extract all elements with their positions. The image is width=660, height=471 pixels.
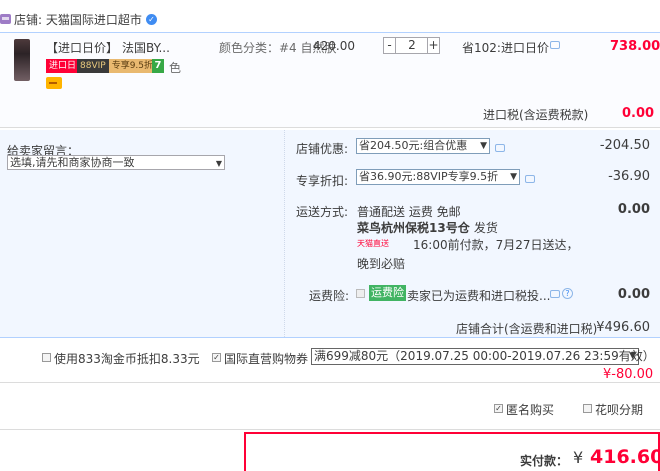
seller-message-section: 给卖家留言： 选填,请先和商家协商一致 ▼	[0, 130, 284, 337]
actual-payment-box: 实付款： ¥ 416.60	[244, 432, 660, 471]
import-tax-label: 进口税(含运费税款)	[483, 108, 589, 122]
seller-message-value: 选填,请先和商家协商一致	[10, 156, 135, 169]
fee-details: 店铺优惠: 省204.50元:组合优惠 ▼ -204.50 专享折扣: 省36.9…	[284, 130, 660, 337]
order-item: 【进口日价】 法国BY... 颜色分类：#4 自然肤 进口日 88VIP 专享9.5…	[0, 32, 660, 94]
import-tax-value: 0.00	[622, 106, 655, 121]
chevron-down-icon: ▼	[480, 141, 487, 151]
unit-price: 420.00	[313, 39, 355, 53]
late-compensation: 晚到必赔	[357, 257, 406, 271]
coupon-amount: ¥-80.00	[603, 367, 654, 382]
coupon-checkbox[interactable]: ✓	[212, 353, 221, 362]
store-discount-select[interactable]: 省204.50元:组合优惠 ▼	[356, 138, 490, 154]
warehouse-tail: 发货	[473, 221, 498, 235]
verified-icon[interactable]: ✓	[146, 14, 157, 25]
quantity-increase-button[interactable]: +	[427, 38, 439, 53]
store-discount-amount: -204.50	[599, 138, 650, 153]
item-savings: 省102:进口日价	[462, 41, 549, 55]
coupon-select[interactable]: 满699减80元（2019.07.25 00:00-2019.07.26 23:…	[311, 348, 655, 365]
huabei-installment-label: 花呗分期	[595, 403, 644, 417]
vip-badge: 88VIP 专享9.5折	[77, 59, 157, 73]
shipping-insurance-label: 运费险:	[309, 289, 350, 303]
actual-payment-label: 实付款：	[520, 454, 569, 468]
member-discount-amount: -36.90	[608, 169, 650, 184]
credit-card-icon	[46, 77, 62, 89]
vip-badge-discount: 专享9.5折	[108, 59, 157, 73]
shipping-method-label: 运送方式:	[296, 205, 349, 219]
quantity-stepper: - 2 +	[383, 37, 440, 54]
store-discount-value: 省204.50元:组合优惠	[359, 139, 468, 152]
shipping-insurance-description: 卖家已为运费和进口税投...	[407, 289, 551, 303]
chevron-down-icon: ▼	[510, 172, 517, 182]
quantity-decrease-button[interactable]: -	[384, 38, 396, 53]
coupon-select-value: 满699减80元（2019.07.25 00:00-2019.07.26 23:…	[314, 349, 655, 363]
chat-icon[interactable]	[550, 290, 560, 298]
coupon-row: 使用833淘金币抵扣8.33元 ✓ 国际直营购物券 满699减80元（2019.…	[0, 337, 660, 383]
shipping-insurance-amount: 0.00	[617, 287, 650, 302]
shipping-insurance-checkbox[interactable]	[356, 289, 365, 298]
anonymous-purchase-label: 匿名购买	[506, 403, 555, 417]
title-prefix: 【进口日价】	[46, 41, 119, 55]
chevron-down-icon: ▼	[629, 351, 636, 361]
store-total-value: ¥496.60	[596, 320, 650, 335]
tmall-direct-badge: 天猫直送	[357, 239, 389, 248]
vip-badge-label: 88VIP	[80, 61, 106, 71]
product-title[interactable]: 【进口日价】 法国BY...	[46, 39, 174, 56]
anonymous-purchase-checkbox[interactable]: ✓	[494, 404, 503, 413]
seven-day-return-badge: 7	[152, 59, 164, 73]
chat-icon[interactable]	[495, 144, 505, 152]
quantity-input[interactable]: 2	[397, 38, 427, 53]
actual-payment-amount: 416.60	[590, 446, 660, 468]
help-icon[interactable]: ?	[562, 288, 573, 299]
warehouse-name: 菜鸟杭州保税13号仓	[357, 221, 470, 235]
shipping-warehouse: 菜鸟杭州保税13号仓 发货	[357, 219, 498, 236]
coupon-label: 国际直营购物券	[224, 352, 309, 366]
item-subtotal: 738.00	[610, 39, 660, 54]
shipping-method: 普通配送 运费 免邮	[357, 205, 461, 219]
seller-message-input[interactable]: 选填,请先和商家协商一致 ▼	[7, 155, 225, 170]
store-total-label: 店铺合计(含运费和进口税)	[456, 322, 598, 336]
member-discount-label: 专享折扣:	[296, 174, 349, 188]
currency-symbol: ¥	[573, 448, 584, 467]
import-day-badge: 进口日	[46, 59, 80, 73]
store-discount-label: 店铺优惠:	[296, 142, 349, 156]
title-brand: 法国BY...	[122, 41, 170, 55]
taobao-coin-checkbox[interactable]	[42, 353, 51, 362]
store-name[interactable]: 店铺: 天猫国际进口超市	[14, 11, 142, 28]
delivery-estimate: 16:00前付款，7月27日送达，	[413, 238, 579, 252]
member-discount-value: 省36.90元:88VIP专享9.5折	[359, 170, 499, 183]
shop-icon	[0, 14, 11, 24]
shipping-amount: 0.00	[617, 202, 650, 217]
huabei-installment-checkbox[interactable]	[583, 404, 592, 413]
product-thumbnail[interactable]	[14, 39, 30, 81]
chevron-down-icon: ▼	[215, 159, 222, 168]
purchase-options: ✓ 匿名购买 花呗分期	[0, 383, 660, 430]
chat-icon[interactable]	[550, 41, 560, 49]
chat-icon[interactable]	[525, 175, 535, 183]
shipping-insurance-badge: 运费险	[369, 285, 406, 301]
taobao-coin-label: 使用833淘金币抵扣8.33元	[54, 352, 200, 366]
member-discount-select[interactable]: 省36.90元:88VIP专享9.5折 ▼	[356, 169, 520, 185]
sku-variant-tail: 色	[169, 61, 182, 75]
import-tax-row: 进口税(含运费税款) 0.00	[0, 94, 660, 128]
